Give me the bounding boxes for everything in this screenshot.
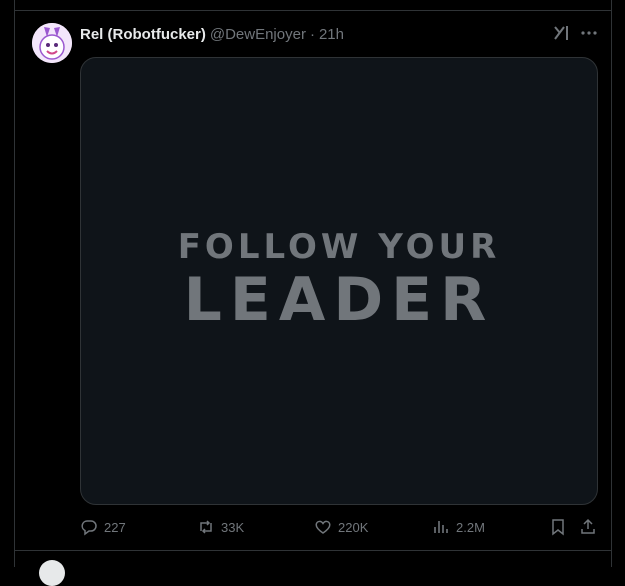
reply-count: 227 <box>104 519 126 535</box>
share-icon <box>581 518 595 534</box>
like-count: 220K <box>338 519 369 535</box>
avatar[interactable] <box>32 23 72 63</box>
timeline-column: Rel (Robotfucker) @DewEnjoyer · 21h FOLL… <box>14 0 612 586</box>
reply-button[interactable]: 227 <box>80 518 126 536</box>
media-caption-line1: FOLLOW YOUR <box>177 227 501 268</box>
grok-icon[interactable] <box>553 24 571 42</box>
repost-count: 33K <box>221 519 245 535</box>
views-button[interactable]: 2.2M <box>432 518 485 536</box>
separator: · <box>309 25 315 43</box>
repost-button[interactable]: 33K <box>197 518 244 536</box>
divider <box>15 10 611 11</box>
timestamp[interactable]: 21h <box>319 26 344 43</box>
bookmark-button[interactable] <box>549 518 573 536</box>
like-button[interactable]: 220K <box>314 518 368 536</box>
views-count: 2.2M <box>456 519 485 535</box>
reply-icon <box>81 520 97 536</box>
divider <box>15 550 611 551</box>
post-actions: 227 33K 220K 2.2M <box>80 518 600 538</box>
handle[interactable]: @DewEnjoyer <box>210 26 306 43</box>
views-icon <box>434 521 448 533</box>
post-header: Rel (Robotfucker) @DewEnjoyer · 21h <box>80 24 344 44</box>
repost-icon <box>200 520 212 534</box>
next-post-avatar[interactable] <box>39 560 65 586</box>
more-icon[interactable] <box>580 24 598 42</box>
display-name[interactable]: Rel (Robotfucker) <box>80 26 206 43</box>
bookmark-icon <box>552 519 564 536</box>
avatar-image <box>32 23 72 63</box>
media-caption: FOLLOW YOUR LEADER <box>177 227 501 335</box>
post-media[interactable]: FOLLOW YOUR LEADER <box>80 57 598 505</box>
media-caption-line2: LEADER <box>183 264 495 335</box>
heart-icon <box>315 520 331 534</box>
share-button[interactable] <box>579 518 603 536</box>
